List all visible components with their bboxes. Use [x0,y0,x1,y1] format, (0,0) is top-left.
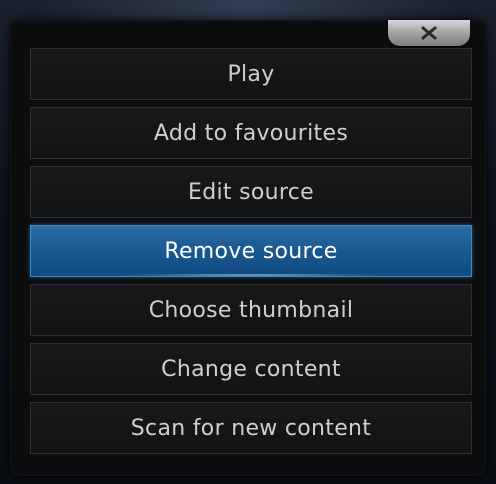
menu-item-scan-for-new-content[interactable]: Scan for new content [30,402,472,454]
menu-item-label: Add to favourites [153,120,349,146]
menu-item-label: Choose thumbnail [148,297,354,323]
menu-item-remove-source[interactable]: Remove source [30,225,472,277]
menu-item-add-to-favourites[interactable]: Add to favourites [30,107,472,159]
close-button[interactable] [388,20,470,46]
menu-item-choose-thumbnail[interactable]: Choose thumbnail [30,284,472,336]
menu-item-label: Edit source [188,179,314,205]
menu-item-label: Play [227,61,275,87]
context-menu-list: Play Add to favourites Edit source Remov… [30,48,472,461]
menu-item-label: Remove source [164,238,338,264]
menu-item-edit-source[interactable]: Edit source [30,166,472,218]
menu-item-play[interactable]: Play [30,48,472,100]
menu-item-label: Change content [161,356,341,382]
menu-item-label: Scan for new content [130,415,372,441]
menu-item-change-content[interactable]: Change content [30,343,472,395]
close-icon [420,26,438,40]
